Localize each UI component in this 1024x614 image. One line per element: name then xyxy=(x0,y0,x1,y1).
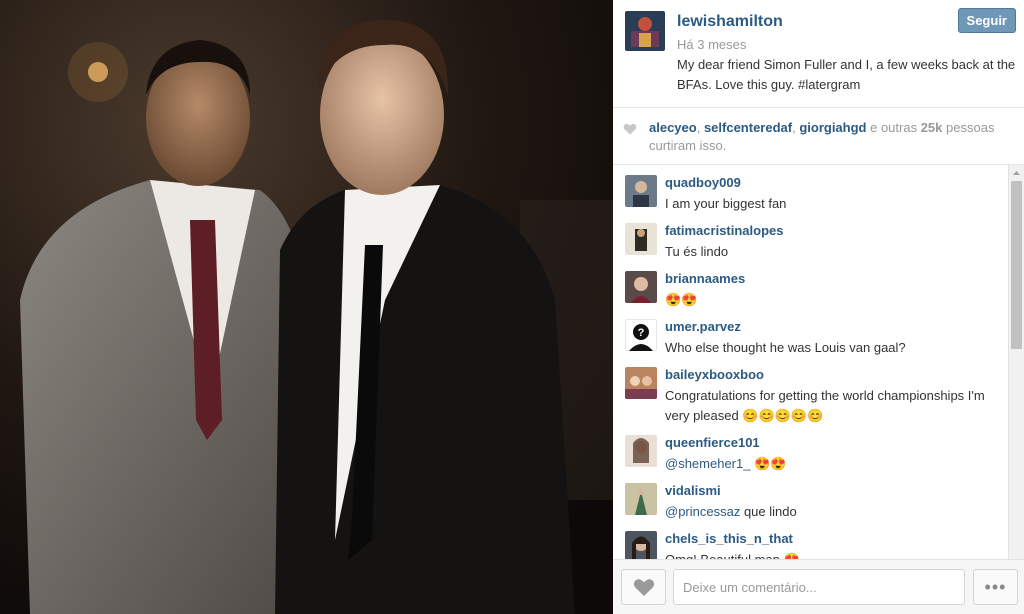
comment-text: Tu és lindo xyxy=(665,244,729,259)
commenter-avatar[interactable] xyxy=(625,271,657,303)
comment-text: Omg! Beautiful man 😍 xyxy=(665,550,1005,559)
likes-separator: , xyxy=(696,120,704,135)
likes-text: alecyeo, selfcenteredaf, giorgiahgd e ou… xyxy=(649,119,1017,155)
follow-button[interactable]: Seguir xyxy=(957,8,1016,33)
liker-link[interactable]: giorgiahgd xyxy=(799,120,866,135)
svg-text:?: ? xyxy=(638,327,645,339)
liker-link[interactable]: alecyeo xyxy=(649,120,697,135)
commenter-username[interactable]: umer.parvez xyxy=(665,319,741,334)
comment-text: @princessaz que lindo xyxy=(665,502,1005,522)
post-caption: My dear friend Simon Fuller and I, a few… xyxy=(677,57,1016,92)
post-photo xyxy=(0,0,613,614)
commenter-username[interactable]: quadboy009 xyxy=(665,175,741,190)
instagram-post-viewer: lewishamilton Há 3 meses My dear friend … xyxy=(0,0,1024,614)
commenter-username[interactable]: chels_is_this_n_that xyxy=(665,531,793,546)
scrollbar-thumb[interactable] xyxy=(1011,181,1022,349)
commenter-avatar[interactable] xyxy=(625,223,657,255)
commenter-username[interactable]: queenfierce101 xyxy=(665,435,760,450)
comment-mention[interactable]: @shemeher1_ xyxy=(665,456,750,471)
likes-count[interactable]: 25k xyxy=(921,120,943,135)
comment-item: briannaames 😍😍 xyxy=(613,261,1008,309)
heart-icon xyxy=(633,579,655,596)
comment-item: fatimacristinalopes Tu és lindo xyxy=(613,213,1008,261)
commenter-avatar[interactable] xyxy=(625,435,657,467)
comment-text: @shemeher1_ 😍😍 xyxy=(665,454,1005,474)
comment-item: vidalismi @princessaz que lindo xyxy=(613,473,1008,521)
post-timestamp[interactable]: Há 3 meses xyxy=(677,37,746,52)
more-options-button[interactable]: ••• xyxy=(973,569,1018,605)
liker-link[interactable]: selfcenteredaf xyxy=(704,120,792,135)
comments-scrollbar[interactable] xyxy=(1008,165,1024,559)
likes-summary: alecyeo, selfcenteredaf, giorgiahgd e ou… xyxy=(613,108,1024,165)
comment-input[interactable] xyxy=(673,569,965,605)
like-button[interactable] xyxy=(621,569,666,605)
commenter-avatar[interactable] xyxy=(625,483,657,515)
comment-text: Who else thought he was Louis van gaal? xyxy=(665,340,906,355)
commenter-username[interactable]: vidalismi xyxy=(665,483,721,498)
comment-text: 😍😍 xyxy=(665,292,698,307)
commenter-avatar[interactable] xyxy=(625,367,657,399)
commenter-username[interactable]: briannaames xyxy=(665,271,745,286)
comment-item: quadboy009 I am your biggest fan xyxy=(613,165,1008,213)
more-options-icon: ••• xyxy=(984,577,1007,597)
commenter-username[interactable]: fatimacristinalopes xyxy=(665,223,784,238)
comment-footer: ••• xyxy=(613,559,1024,614)
comment-item: chels_is_this_n_that Omg! Beautiful man … xyxy=(613,521,1008,559)
scroll-up-arrow-icon[interactable] xyxy=(1009,165,1024,181)
comment-mention[interactable]: @princessaz xyxy=(665,504,740,519)
comment-text-body: que lindo xyxy=(740,504,797,519)
author-avatar[interactable] xyxy=(625,11,665,51)
heart-icon xyxy=(623,123,637,135)
comments-list: quadboy009 I am your biggest fan fatimac… xyxy=(613,165,1024,559)
commenter-avatar[interactable]: ? xyxy=(625,319,657,351)
likes-connector: e outras xyxy=(866,120,921,135)
comment-text: I am your biggest fan xyxy=(665,196,787,211)
commenter-avatar[interactable] xyxy=(625,531,657,559)
comment-item: baileyxbooxboo Congratulations for getti… xyxy=(613,357,1008,425)
commenter-avatar[interactable] xyxy=(625,175,657,207)
comment-item: queenfierce101 @shemeher1_ 😍😍 xyxy=(613,425,1008,473)
post-header: lewishamilton Há 3 meses My dear friend … xyxy=(613,0,1024,108)
comment-item: ? umer.parvez Who else thought he was Lo… xyxy=(613,309,1008,357)
author-username[interactable]: lewishamilton xyxy=(677,13,783,31)
commenter-username[interactable]: baileyxbooxboo xyxy=(665,367,764,382)
comment-text-body: 😍😍 xyxy=(750,456,787,471)
comment-text: Congratulations for getting the world ch… xyxy=(665,388,985,423)
post-details-panel: lewishamilton Há 3 meses My dear friend … xyxy=(613,0,1024,614)
